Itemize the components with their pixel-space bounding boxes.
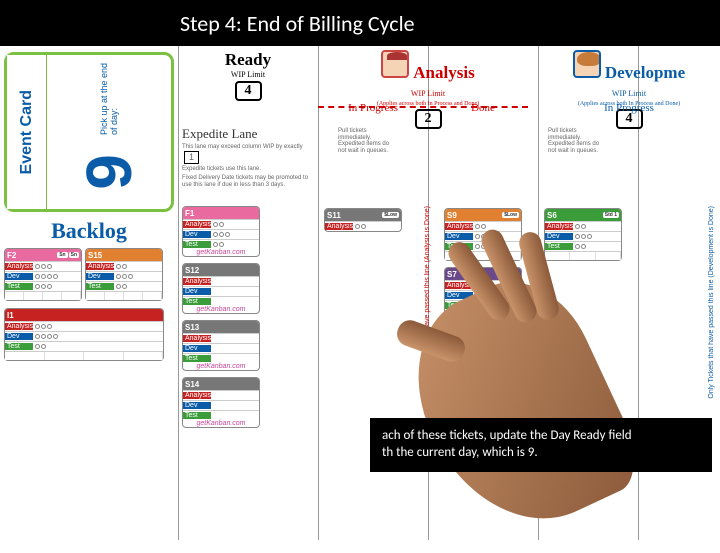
ready-wip: 4 [235, 81, 262, 101]
event-card[interactable]: Event Card Pick up at the end of day: 9 [4, 52, 174, 212]
caption-line2: th the current day, which is 9. [382, 445, 538, 460]
ticket-s6[interactable]: S6Std 1 Analysis Dev Test [544, 208, 622, 261]
header-bar: Step 4: End of Billing Cycle [0, 0, 720, 46]
avatar-analyst-icon [381, 50, 409, 78]
caption: ach of these tickets, update the Day Rea… [370, 418, 712, 472]
ready-title: Ready [180, 50, 316, 70]
left-sidebar: Event Card Pick up at the end of day: 9 … [0, 46, 178, 540]
column-ready: Ready WIP Limit 4 Expedite Lane This lan… [178, 46, 318, 540]
ticket-s9[interactable]: S9$Low Analysis Dev Test 8 [444, 208, 522, 261]
dev-done-vert-label: Only Tickets that have passed this line … [708, 206, 715, 399]
ticket-f2[interactable]: F2SnSn Analysis Dev Test [4, 248, 82, 301]
backlog-area: Backlog F2SnSn Analysis Dev Test S15 Ana… [4, 218, 174, 534]
ticket-s13[interactable]: S13 Analysis Dev Test getKanban.com [182, 320, 260, 371]
avatar-developer-icon [573, 50, 601, 78]
event-card-subtext: Pick up at the end of day: [99, 55, 119, 135]
backlog-tickets: F2SnSn Analysis Dev Test S15 Analysis De… [4, 248, 174, 365]
dev-title: Developme [605, 63, 685, 82]
ticket-s15[interactable]: S15 Analysis Dev Test [85, 248, 163, 301]
ticket-s11[interactable]: S11$Low Analysis [324, 208, 402, 232]
ready-wip-label: WIP Limit [180, 70, 316, 79]
backlog-title: Backlog [4, 218, 174, 244]
ticket-s14[interactable]: S14 Analysis Dev Test getKanban.com [182, 377, 260, 428]
ticket-s12[interactable]: S12 Analysis Dev Test getKanban.com [182, 263, 260, 314]
expedite-note-dev: Pull tickets immediately. Expedited item… [548, 128, 608, 154]
analysis-title: Analysis [413, 63, 474, 82]
expedite-title: Expedite Lane [182, 126, 312, 142]
dev-in-progress-label: In Progress [538, 98, 720, 114]
ticket-f1[interactable]: F1 Analysis Dev Test getKanban.com [182, 206, 260, 257]
analysis-in-progress-label: In Progress [318, 98, 428, 114]
analysis-done-label: Done [428, 98, 538, 114]
event-card-number: 9 [72, 154, 146, 190]
analysis-done-vert-label: When Tickets that have passed this line … [424, 206, 431, 387]
ticket-i1[interactable]: I1 Analysis Dev Test [4, 308, 164, 361]
ticket-s7[interactable]: S7$High Analysis Dev Test 9 [444, 267, 522, 320]
ticket-s10[interactable]: S10$High [444, 326, 522, 340]
caption-line1: ach of these tickets, update the Day Rea… [382, 428, 632, 443]
expedite-note-analysis: Pull tickets immediately. Expedited item… [338, 128, 398, 154]
expedite-lane: Expedite Lane This lane may exceed colum… [182, 126, 312, 190]
page-title: Step 4: End of Billing Cycle [180, 10, 415, 37]
event-card-label: Event Card [18, 90, 36, 174]
